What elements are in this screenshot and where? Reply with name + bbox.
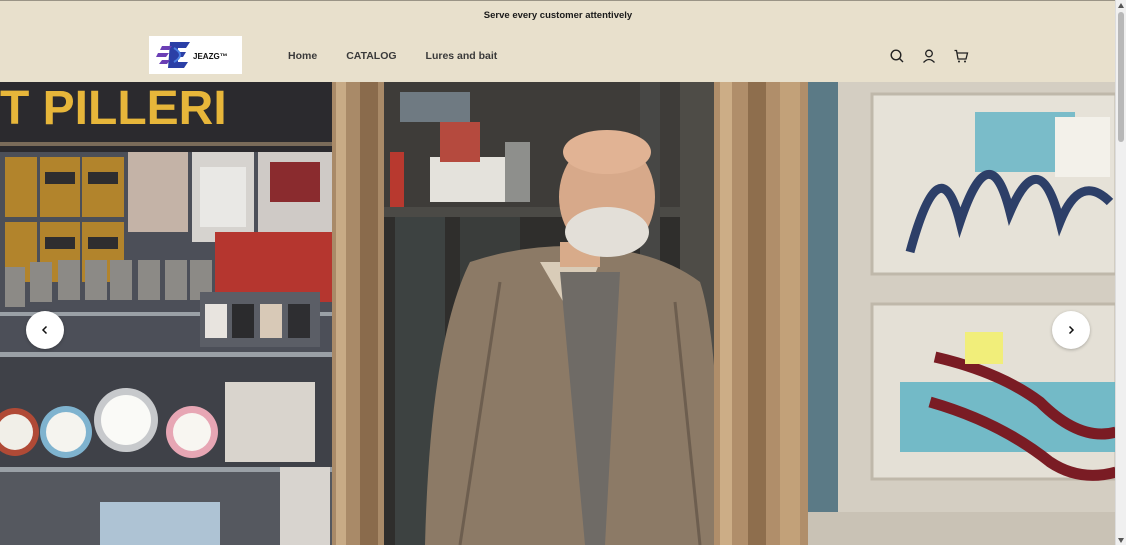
nav-catalog[interactable]: CATALOG <box>346 50 396 62</box>
hero-slideshow: T PILLERI <box>0 82 1116 545</box>
site-header: JEAZG™ Home CATALOG Lures and bait <box>0 29 1116 82</box>
chevron-right-icon <box>1068 325 1075 335</box>
store-logo[interactable]: JEAZG™ <box>149 36 242 74</box>
logo-text: JEAZG™ <box>193 52 228 61</box>
search-icon[interactable] <box>885 44 909 68</box>
scroll-down-arrow-icon[interactable] <box>1117 536 1125 544</box>
nav-lures-and-bait[interactable]: Lures and bait <box>426 50 498 62</box>
main-nav: Home CATALOG Lures and bait <box>288 29 526 82</box>
page: Serve every customer attentively JEAZG™ … <box>0 0 1116 545</box>
page-scrollbar[interactable] <box>1115 0 1126 545</box>
cart-icon[interactable] <box>949 44 973 68</box>
shop-sign-text: T PILLERI <box>0 82 227 135</box>
slide-prev-button[interactable] <box>26 311 64 349</box>
chevron-left-icon <box>41 325 48 335</box>
hero-image: T PILLERI <box>0 82 1116 545</box>
scroll-up-arrow-icon[interactable] <box>1117 1 1125 9</box>
scrollbar-thumb[interactable] <box>1118 12 1124 142</box>
logo-mark-icon: JEAZG™ <box>155 42 228 68</box>
nav-home[interactable]: Home <box>288 50 317 62</box>
slide-next-button[interactable] <box>1052 311 1090 349</box>
announcement-bar: Serve every customer attentively <box>0 0 1116 30</box>
account-icon[interactable] <box>917 44 941 68</box>
header-icons <box>885 29 981 82</box>
announcement-text: Serve every customer attentively <box>483 10 633 21</box>
